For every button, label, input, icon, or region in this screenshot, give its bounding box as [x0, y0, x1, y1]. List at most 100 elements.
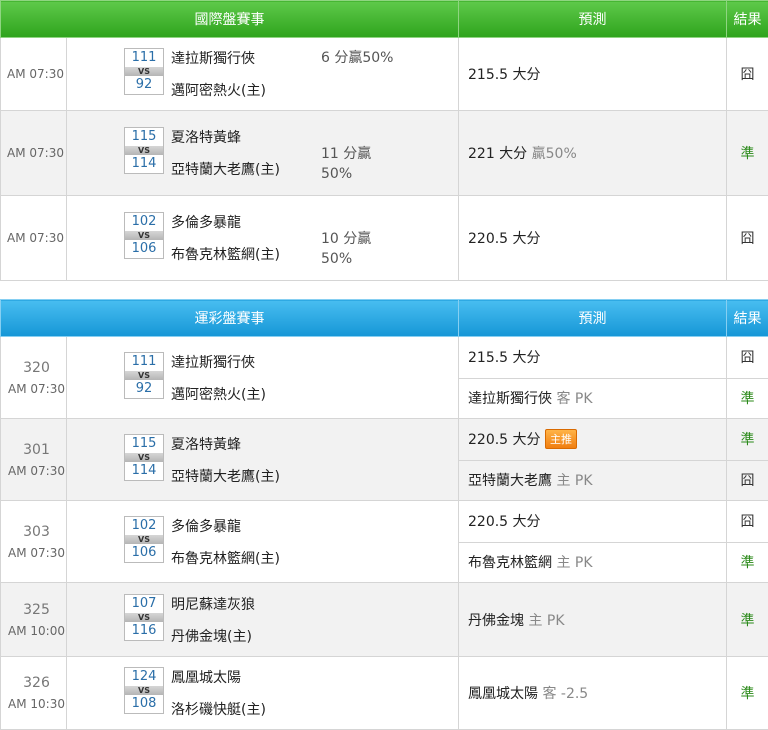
time-cell: 301AM 07:30 [1, 419, 67, 501]
vs-label: VS [125, 67, 163, 76]
home-score: 108 [125, 695, 163, 713]
result-miss: 囧 [727, 460, 768, 501]
time-cell: 303 AM 07:30 [1, 501, 67, 583]
time-cell: 326AM 10:30 [1, 657, 67, 730]
score-box: 115VS114 [124, 434, 164, 481]
time-cell: 320 AM 07:30 [1, 337, 67, 419]
away-score: 102 [125, 517, 163, 535]
home-score: 106 [125, 240, 163, 258]
teams-cell: 102VS106 多倫多暴龍布魯克林籃網(主) [67, 501, 459, 583]
home-score: 114 [125, 462, 163, 480]
prediction-sub: 主 PK [528, 613, 564, 629]
teams-cell: 124VS108 鳳凰城太陽洛杉磯快艇(主) [67, 657, 459, 730]
prediction-main: 亞特蘭大老鷹 [468, 473, 552, 489]
teams-block: 111VS92 達拉斯獨行俠邁阿密熱火(主) [67, 337, 458, 418]
teams-block: 115VS114 夏洛特黃蜂亞特蘭大老鷹(主) [67, 419, 458, 500]
away-team-name[interactable]: 達拉斯獨行俠 [171, 352, 255, 372]
time-cell: 325AM 10:00 [1, 583, 67, 657]
intl-header-result: 結果 [727, 1, 768, 38]
match-row: 326AM 10:30124VS108鳳凰城太陽洛杉磯快艇(主)鳳凰城太陽 客 … [1, 657, 768, 730]
teams-block: 124VS108 鳳凰城太陽洛杉磯快艇(主) [67, 657, 458, 729]
home-team-name[interactable]: 洛杉磯快艇(主) [171, 699, 266, 719]
vs-label: VS [125, 686, 163, 695]
home-score: 106 [125, 544, 163, 562]
home-team-name[interactable]: 亞特蘭大老鷹(主) [171, 159, 280, 179]
result-hit: 準 [727, 419, 768, 461]
handicap-line-1: 6 分贏50% [321, 48, 393, 68]
teams-cell: 115VS114夏洛特黃蜂亞特蘭大老鷹(主)11 分贏50% [67, 111, 459, 196]
away-team-name[interactable]: 明尼蘇達灰狼 [171, 594, 255, 614]
prediction-main: 220.5 大分 [468, 432, 541, 448]
prediction-cell: 215.5 大分 [459, 337, 727, 379]
vs-label: VS [125, 613, 163, 622]
game-code: 303 [7, 524, 66, 540]
teams-cell: 107VS116 明尼蘇達灰狼丹佛金塊(主) [67, 583, 459, 657]
score-box: 111VS92 [124, 352, 164, 399]
prediction-cell: 220.5 大分 [459, 501, 727, 543]
result-miss: 囧 [727, 501, 768, 543]
home-team-name[interactable]: 布魯克林籃網(主) [171, 244, 280, 264]
time-cell: AM 07:30 [1, 38, 67, 111]
away-score: 111 [125, 353, 163, 371]
away-score: 107 [125, 595, 163, 613]
handicap-line-2: 50% [321, 164, 371, 184]
result-miss: 囧 [727, 337, 768, 379]
prediction-cell: 丹佛金塊 主 PK [459, 583, 727, 657]
result-miss: 囧 [727, 196, 768, 281]
result-hit: 準 [727, 111, 768, 196]
vs-label: VS [125, 371, 163, 380]
teams-cell: 111VS92 達拉斯獨行俠邁阿密熱火(主) [67, 337, 459, 419]
featured-pick-badge: 主推 [545, 429, 577, 449]
vs-label: VS [125, 453, 163, 462]
prediction-sub: 主 PK [556, 473, 592, 489]
result-hit: 準 [727, 657, 768, 730]
result-hit: 準 [727, 378, 768, 419]
home-team-name[interactable]: 丹佛金塊(主) [171, 626, 252, 646]
score-box: 102VS106 [124, 516, 164, 563]
home-team-name[interactable]: 邁阿密熱火(主) [171, 80, 266, 100]
lottery-header-match: 運彩盤賽事 [1, 300, 459, 337]
home-team-name[interactable]: 邁阿密熱火(主) [171, 384, 266, 404]
intl-table: 國際盤賽事 預測 結果 AM 07:30111VS92達拉斯獨行俠邁阿密熱火(主… [0, 0, 768, 281]
match-row: 301AM 07:30115VS114夏洛特黃蜂亞特蘭大老鷹(主)220.5 大… [1, 419, 768, 461]
prediction-main: 215.5 大分 [468, 67, 541, 83]
handicap-line-2: 50% [321, 249, 371, 269]
vs-label: VS [125, 535, 163, 544]
score-box: 107VS116 [124, 594, 164, 641]
home-score: 116 [125, 622, 163, 640]
result-miss: 囧 [727, 38, 768, 111]
lottery-header-result: 結果 [727, 300, 768, 337]
game-code: 320 [7, 360, 66, 376]
match-time: AM 07:30 [7, 546, 66, 560]
handicap-text: 11 分贏50% [321, 144, 371, 184]
prediction-main: 220.5 大分 [468, 514, 541, 530]
home-team-name[interactable]: 布魯克林籃網(主) [171, 548, 280, 568]
match-row: 320AM 07:30111VS92達拉斯獨行俠邁阿密熱火(主)215.5 大分… [1, 337, 768, 379]
time-cell: AM 07:30 [1, 196, 67, 281]
time-cell: AM 07:30 [1, 111, 67, 196]
away-team-name[interactable]: 夏洛特黃蜂 [171, 127, 241, 147]
teams-cell: 115VS114 夏洛特黃蜂亞特蘭大老鷹(主) [67, 419, 459, 501]
game-code: 325 [7, 602, 66, 618]
prediction-main: 達拉斯獨行俠 [468, 391, 552, 407]
score-box: 124VS108 [124, 667, 164, 714]
away-team-name[interactable]: 多倫多暴龍 [171, 516, 241, 536]
match-time: AM 07:30 [7, 382, 66, 396]
score-box: 111VS92 [124, 48, 164, 95]
lottery-header-prediction: 預測 [459, 300, 727, 337]
prediction-sub: 客 PK [556, 391, 592, 407]
lottery-table: 運彩盤賽事 預測 結果 320AM 07:30111VS92達拉斯獨行俠邁阿密熱… [0, 299, 768, 730]
handicap-line-1: 10 分贏 [321, 229, 371, 249]
home-team-name[interactable]: 亞特蘭大老鷹(主) [171, 466, 280, 486]
teams-block: 102VS106 多倫多暴龍布魯克林籃網(主) [67, 501, 458, 582]
prediction-cell: 221 大分 贏50% [459, 111, 727, 196]
away-team-name[interactable]: 達拉斯獨行俠 [171, 48, 255, 68]
away-team-name[interactable]: 多倫多暴龍 [171, 212, 241, 232]
away-team-name[interactable]: 夏洛特黃蜂 [171, 434, 241, 454]
away-score: 111 [125, 49, 163, 67]
prediction-sub: 贏50% [532, 146, 577, 162]
match-row: AM 07:30 111VS92 達拉斯獨行俠邁阿密熱火(主) 6 分贏50% 215.… [1, 38, 768, 111]
away-team-name[interactable]: 鳳凰城太陽 [171, 667, 241, 687]
match-time: AM 07:30 [7, 231, 66, 245]
game-code: 326 [7, 675, 66, 691]
